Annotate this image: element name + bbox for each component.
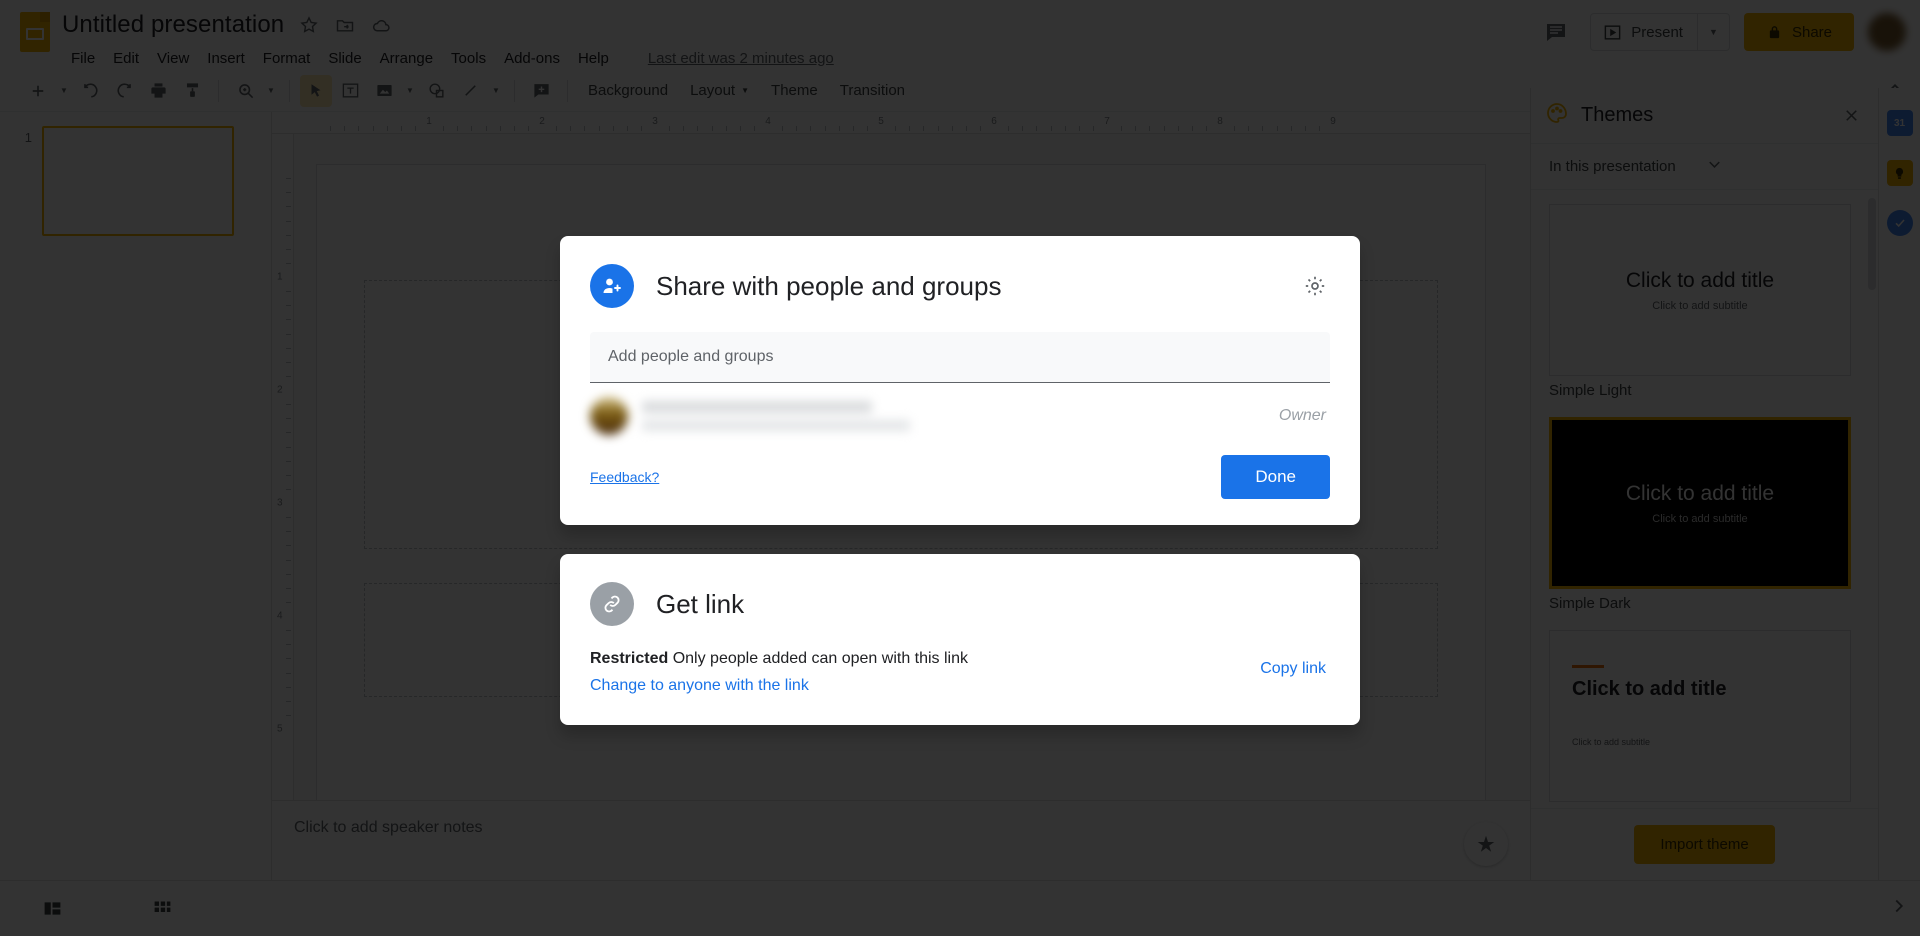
get-link-header: Get link bbox=[590, 582, 1330, 626]
get-link-dialog: Get link Restricted Only people added ca… bbox=[560, 554, 1360, 725]
person-row: Owner bbox=[560, 383, 1360, 445]
share-dialog-footer: Feedback? Done bbox=[560, 445, 1360, 525]
gear-icon[interactable] bbox=[1300, 271, 1330, 301]
get-link-body: Restricted Only people added can open wi… bbox=[590, 650, 1330, 695]
person-identity-redacted bbox=[590, 397, 1263, 435]
link-status-text: Only people added can open with this lin… bbox=[672, 650, 969, 667]
get-link-title: Get link bbox=[656, 588, 745, 619]
share-dialog-title: Share with people and groups bbox=[656, 270, 1002, 301]
add-people-input[interactable]: Add people and groups bbox=[590, 332, 1330, 383]
feedback-link[interactable]: Feedback? bbox=[590, 469, 1221, 485]
person-role-label: Owner bbox=[1278, 407, 1326, 424]
slides-app-window: Untitled presentation File Edit View bbox=[0, 0, 1920, 936]
link-icon bbox=[590, 582, 634, 626]
copy-link-button[interactable]: Copy link bbox=[1260, 650, 1330, 678]
person-avatar bbox=[590, 397, 628, 435]
link-status-strong: Restricted bbox=[590, 650, 669, 667]
add-people-placeholder: Add people and groups bbox=[608, 348, 774, 365]
share-dialog: Share with people and groups Add people … bbox=[560, 236, 1360, 525]
change-link-access-button[interactable]: Change to anyone with the link bbox=[590, 677, 1260, 695]
person-add-icon bbox=[590, 264, 634, 308]
link-status: Restricted Only people added can open wi… bbox=[590, 650, 1260, 668]
share-dialog-header: Share with people and groups bbox=[560, 260, 1360, 312]
done-button[interactable]: Done bbox=[1221, 455, 1330, 499]
